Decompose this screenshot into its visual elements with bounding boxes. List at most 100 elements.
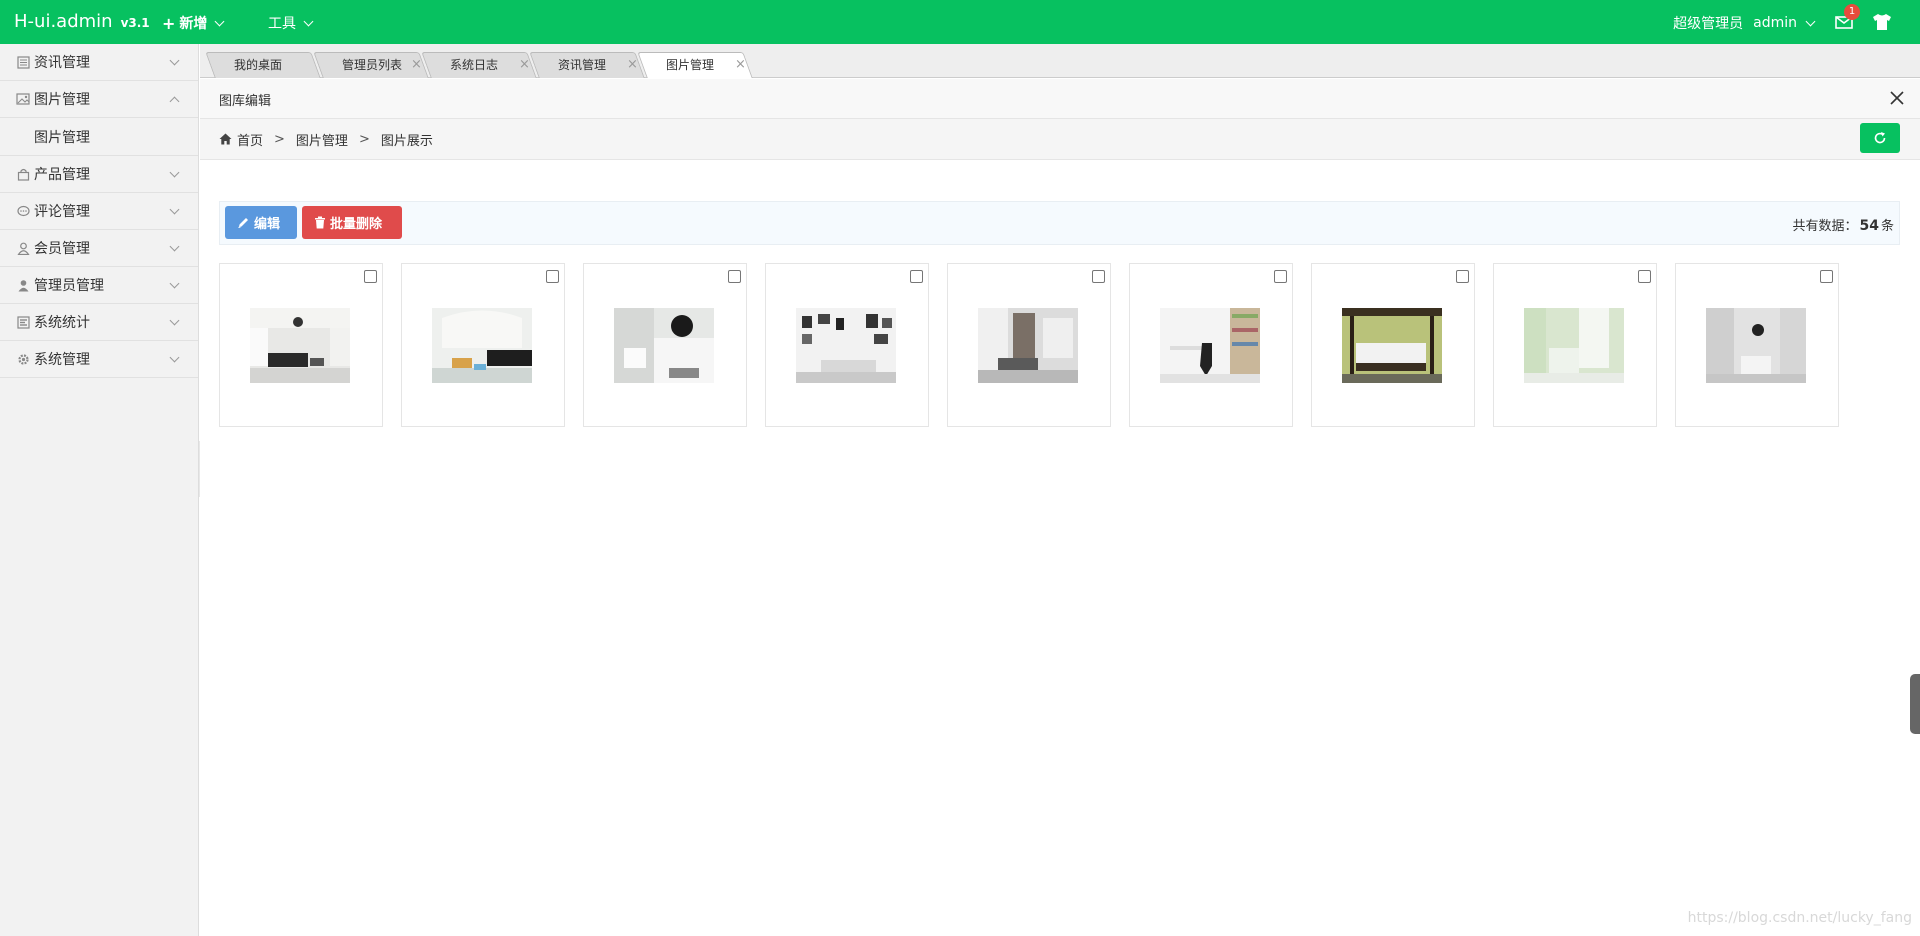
sidebar-item-label: 管理员管理: [34, 278, 104, 294]
sidebar-item-products[interactable]: 产品管理: [0, 156, 198, 193]
trash-icon: [315, 216, 325, 229]
close-icon[interactable]: ×: [519, 52, 530, 78]
picture-checkbox[interactable]: [1820, 270, 1833, 283]
nav-tools-label: 工具: [268, 16, 296, 32]
breadcrumb-separator: >: [358, 131, 370, 147]
gallery-toolbar: 编辑 批量删除 共有数据： 54 条: [219, 201, 1900, 245]
picture-checkbox[interactable]: [546, 270, 559, 283]
mail-badge: 1: [1844, 4, 1860, 20]
chevron-down-icon: [169, 55, 180, 66]
plus-icon: +: [162, 13, 176, 33]
picture-checkbox[interactable]: [364, 270, 377, 283]
close-icon[interactable]: ×: [411, 52, 422, 78]
sidebar-item-pictures[interactable]: 图片管理: [0, 81, 198, 118]
tab-news[interactable]: 资讯管理 ×: [529, 52, 645, 78]
chevron-down-icon: [214, 16, 225, 26]
picture-checkbox[interactable]: [728, 270, 741, 283]
chevron-down-icon: [303, 16, 314, 26]
close-icon[interactable]: ×: [735, 52, 746, 78]
sidebar-item-comments[interactable]: 评论管理: [0, 193, 198, 230]
picture-card[interactable]: [1311, 263, 1475, 427]
tab-desktop[interactable]: 我的桌面: [205, 52, 321, 78]
tabs-bar: 我的桌面 管理员列表 × 系统日志 × 资讯管理 × 图片管理 ×: [200, 44, 1920, 78]
picture-thumbnail[interactable]: [1160, 308, 1260, 383]
picture-card[interactable]: [1675, 263, 1839, 427]
panel-titlebar: 图库编辑: [200, 79, 1920, 119]
picture-thumbnail[interactable]: [978, 308, 1078, 383]
user-icon: [16, 241, 30, 255]
chevron-down-icon: [169, 352, 180, 363]
sidebar-subitem-label: 图片管理: [34, 129, 90, 146]
side-float-widget[interactable]: [1910, 674, 1920, 734]
nav-tools-menu[interactable]: 工具: [268, 13, 314, 33]
picture-thumbnail[interactable]: [796, 308, 896, 383]
picture-checkbox[interactable]: [1638, 270, 1651, 283]
picture-icon: [16, 92, 30, 106]
skin-shirt-icon[interactable]: [1872, 13, 1892, 31]
picture-thumbnail[interactable]: [614, 308, 714, 383]
picture-card[interactable]: [583, 263, 747, 427]
admin-icon: [16, 278, 30, 292]
total-count: 共有数据： 54 条: [1792, 215, 1894, 234]
chevron-up-icon: [169, 96, 180, 107]
sidebar-item-members[interactable]: 会员管理: [0, 230, 198, 267]
picture-card[interactable]: [947, 263, 1111, 427]
picture-thumbnail[interactable]: [432, 308, 532, 383]
picture-card[interactable]: [1129, 263, 1293, 427]
picture-thumbnail[interactable]: [1706, 308, 1806, 383]
pencil-icon: [238, 218, 248, 228]
sidebar-item-news[interactable]: 资讯管理: [0, 44, 198, 81]
breadcrumb-level2: 图片展示: [380, 133, 433, 149]
refresh-icon: [1874, 132, 1886, 144]
sidebar-item-admins[interactable]: 管理员管理: [0, 267, 198, 304]
sidebar-item-label: 系统统计: [34, 315, 90, 331]
tab-admin-list[interactable]: 管理员列表 ×: [313, 52, 429, 78]
tab-system-log[interactable]: 系统日志 ×: [421, 52, 537, 78]
picture-checkbox[interactable]: [1274, 270, 1287, 283]
breadcrumb-level1[interactable]: 图片管理: [296, 130, 348, 149]
picture-card[interactable]: [765, 263, 929, 427]
tab-label: 我的桌面: [234, 58, 283, 72]
picture-card[interactable]: [401, 263, 565, 427]
edit-button[interactable]: 编辑: [225, 206, 297, 239]
tab-label: 资讯管理: [558, 58, 607, 72]
sidebar-item-label: 资讯管理: [34, 55, 90, 71]
close-icon[interactable]: ×: [627, 52, 638, 78]
sidebar-item-label: 系统管理: [34, 352, 90, 368]
picture-checkbox[interactable]: [1456, 270, 1469, 283]
refresh-button[interactable]: [1860, 123, 1900, 153]
app-version: v3.1: [120, 16, 150, 30]
panel-title: 图库编辑: [219, 94, 272, 109]
edit-button-label: 编辑: [254, 217, 281, 232]
main-content: 图库编辑 首页 > 图片管理 > 图片展示 编辑 批量删除 共有数据：54条: [200, 79, 1920, 936]
picture-thumbnail[interactable]: [250, 308, 350, 383]
sidebar-item-stats[interactable]: 系统统计: [0, 304, 198, 341]
app-logo[interactable]: H-ui.admin v3.1: [14, 11, 150, 32]
news-icon: [16, 55, 30, 69]
batch-delete-button[interactable]: 批量删除: [302, 206, 402, 239]
user-role: 超级管理员: [1673, 16, 1744, 32]
chevron-down-icon: [169, 204, 180, 215]
picture-thumbnail[interactable]: [1342, 308, 1442, 383]
breadcrumb-home[interactable]: 首页: [237, 130, 263, 149]
comment-icon: [16, 204, 30, 218]
picture-card[interactable]: [219, 263, 383, 427]
nav-new-label: 新增: [179, 16, 208, 32]
breadcrumb-separator: >: [274, 131, 285, 147]
sidebar-subitem-picture-manage[interactable]: 图片管理: [0, 118, 198, 156]
chevron-down-icon: [169, 315, 180, 326]
breadcrumb: 首页 > 图片管理 > 图片展示: [200, 119, 1920, 160]
picture-thumbnail[interactable]: [1524, 308, 1624, 383]
sidebar: 资讯管理 图片管理 图片管理 产品管理 评论管理 会员管理 管理员管理 系统统计…: [0, 44, 199, 936]
tab-pictures[interactable]: 图片管理 ×: [637, 52, 753, 78]
chevron-down-icon: [1805, 16, 1816, 26]
close-icon[interactable]: [1890, 91, 1904, 105]
total-suffix: 条: [1880, 219, 1894, 234]
picture-card[interactable]: [1493, 263, 1657, 427]
user-menu[interactable]: 超级管理员 admin: [1673, 13, 1816, 33]
nav-new-menu[interactable]: + 新增: [162, 13, 225, 33]
picture-checkbox[interactable]: [910, 270, 923, 283]
sidebar-item-system[interactable]: 系统管理: [0, 341, 198, 378]
total-number: 54: [1859, 218, 1879, 234]
picture-checkbox[interactable]: [1092, 270, 1105, 283]
